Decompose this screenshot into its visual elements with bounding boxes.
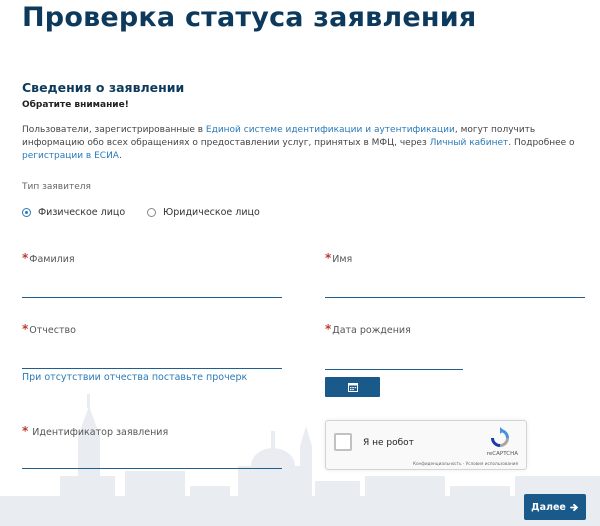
patronymic-label-text: Отчество [29,325,76,336]
info-text: . Подробнее о [508,138,575,148]
radio-legal-entity[interactable]: Юридическое лицо [147,207,260,218]
patronymic-underline [22,368,282,369]
recaptcha-brand: reCAPTCHA [486,451,518,457]
calendar-icon [347,383,358,392]
radio-checked-icon [22,208,31,217]
required-mark: * [325,251,332,265]
birth-date-label-text: Дата рождения [332,325,411,336]
required-mark: * [325,322,332,336]
patronymic-hint[interactable]: При отсутствии отчества поставьте прочер… [22,372,247,383]
application-id-underline [22,468,282,469]
section-title: Сведения о заявлении [22,80,185,95]
recaptcha-checkbox[interactable] [334,433,352,451]
applicant-type-label: Тип заявителя [22,182,91,192]
radio-unchecked-icon [147,208,156,217]
required-mark: * [22,322,29,336]
recaptcha-label: Я не робот [363,438,414,448]
birth-date-label: *Дата рождения [325,322,411,336]
last-name-label: *Фамилия [22,251,75,265]
last-name-input[interactable] [22,280,282,296]
application-id-input[interactable] [22,451,282,467]
page-title: Проверка статуса заявления [22,2,477,33]
birth-date-underline [325,369,463,370]
arrow-right-icon [569,503,578,511]
radio-label: Юридическое лицо [163,207,260,218]
first-name-input[interactable] [325,280,585,296]
personal-cabinet-link[interactable]: Личный кабинет [430,138,509,148]
first-name-underline [325,297,585,298]
recaptcha-terms[interactable]: Конфиденциальность · Условия использован… [413,461,518,466]
recaptcha-logo-icon [491,427,509,447]
esia-link[interactable]: Единой системе идентификации и аутентифи… [206,125,455,135]
info-text: Пользователи, зарегистрированные в [22,125,206,135]
next-button-label: Далее [531,501,566,513]
info-text: . [118,151,122,161]
application-id-label-text: Идентификатор заявления [29,427,169,438]
notice-text: Обратите внимание! [22,100,129,110]
patronymic-label: *Отчество [22,322,76,336]
birth-date-input[interactable] [325,352,463,368]
required-mark: * [22,424,29,438]
application-id-label: * Идентификатор заявления [22,424,168,438]
esia-registration-link[interactable]: регистрации в ЕСИА [22,151,119,161]
first-name-label-text: Имя [332,254,353,265]
calendar-button[interactable] [325,377,380,397]
last-name-underline [22,297,282,298]
last-name-label-text: Фамилия [29,254,75,265]
info-paragraph: Пользователи, зарегистрированные в Едино… [22,124,582,163]
next-button[interactable]: Далее [524,494,586,520]
radio-label: Физическое лицо [38,207,126,218]
recaptcha-widget: Я не робот reCAPTCHA Конфиденциальность … [325,420,527,470]
first-name-label: *Имя [325,251,352,265]
radio-individual[interactable]: Физическое лицо [22,207,125,218]
patronymic-input[interactable] [22,351,282,367]
required-mark: * [22,251,29,265]
